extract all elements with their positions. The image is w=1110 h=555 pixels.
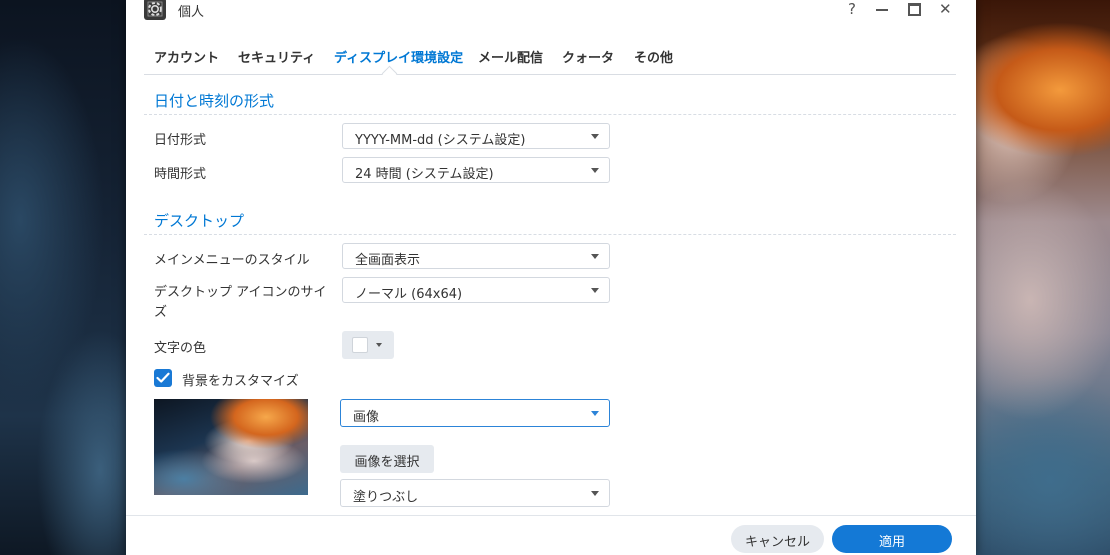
time-format-value: 24 時間 (システム設定) [355, 167, 494, 182]
custom-background-label: 背景をカスタマイズ [182, 374, 299, 389]
icon-size-value: ノーマル (64x64) [355, 287, 463, 302]
section-title-datetime: 日付と時刻の形式 [154, 92, 275, 110]
checkmark-icon [156, 372, 170, 383]
section-divider [144, 234, 956, 235]
tab-email-delivery[interactable]: メール配信 [478, 47, 543, 66]
chevron-down-icon [591, 288, 599, 293]
menu-style-label: メインメニューのスタイル [154, 253, 310, 268]
minimize-button[interactable] [876, 0, 888, 11]
color-swatch [352, 337, 368, 353]
chevron-down-icon [591, 168, 599, 173]
icon-size-label: デスクトップ アイコンのサイズ [154, 285, 327, 320]
date-format-value: YYYY-MM-dd (システム設定) [355, 133, 526, 148]
tab-bar: アカウント セキュリティ ディスプレイ環境設定 メール配信 クォータ その他 [126, 40, 976, 74]
section-divider [144, 114, 956, 115]
chevron-down-icon [591, 254, 599, 259]
chevron-down-icon [591, 411, 599, 416]
time-format-label: 時間形式 [154, 167, 207, 182]
tab-others[interactable]: その他 [634, 47, 673, 66]
apply-label: 適用 [878, 535, 905, 550]
menu-style-select[interactable]: 全画面表示 [342, 243, 610, 269]
date-format-select[interactable]: YYYY-MM-dd (システム設定) [342, 123, 610, 149]
tab-display-preferences[interactable]: ディスプレイ環境設定 [334, 47, 463, 66]
wallpaper-right [970, 0, 1110, 555]
maximize-button[interactable] [908, 0, 921, 16]
section-title-desktop: デスクトップ [154, 212, 245, 230]
chevron-down-icon [376, 343, 382, 347]
tab-quota[interactable]: クォータ [562, 47, 614, 66]
footer-divider [126, 515, 976, 516]
help-button[interactable]: ? [848, 0, 856, 18]
close-button[interactable]: ✕ [939, 0, 952, 18]
time-format-select[interactable]: 24 時間 (システム設定) [342, 157, 610, 183]
apply-button[interactable]: 適用 [832, 525, 952, 553]
personal-settings-window: 個人 ? ✕ アカウント セキュリティ ディスプレイ環境設定 メール配信 クォー… [126, 0, 976, 555]
tab-security[interactable]: セキュリティ [238, 47, 315, 66]
minimize-icon [876, 9, 888, 11]
background-fill-value: 塗りつぶし [353, 490, 419, 505]
window-title: 個人 [178, 5, 205, 20]
background-type-select[interactable]: 画像 [340, 399, 610, 427]
date-format-label: 日付形式 [154, 133, 207, 148]
select-image-label: 画像を選択 [354, 455, 420, 470]
background-fill-select[interactable]: 塗りつぶし [340, 479, 610, 507]
text-color-label: 文字の色 [154, 341, 207, 356]
tab-account[interactable]: アカウント [154, 47, 219, 66]
wallpaper-left [0, 0, 140, 555]
chevron-down-icon [591, 134, 599, 139]
title-bar[interactable]: 個人 ? ✕ [126, 0, 976, 28]
select-image-button[interactable]: 画像を選択 [340, 445, 434, 473]
gear-icon [144, 0, 166, 20]
custom-background-checkbox[interactable] [154, 369, 172, 387]
tab-divider [144, 74, 956, 75]
text-color-picker[interactable] [342, 331, 394, 359]
menu-style-value: 全画面表示 [355, 253, 421, 268]
background-type-value: 画像 [353, 410, 380, 425]
icon-size-select[interactable]: ノーマル (64x64) [342, 277, 610, 303]
cancel-label: キャンセル [744, 535, 810, 550]
background-preview-image [154, 399, 308, 495]
cancel-button[interactable]: キャンセル [731, 525, 824, 553]
chevron-down-icon [591, 491, 599, 496]
maximize-icon [908, 3, 921, 16]
